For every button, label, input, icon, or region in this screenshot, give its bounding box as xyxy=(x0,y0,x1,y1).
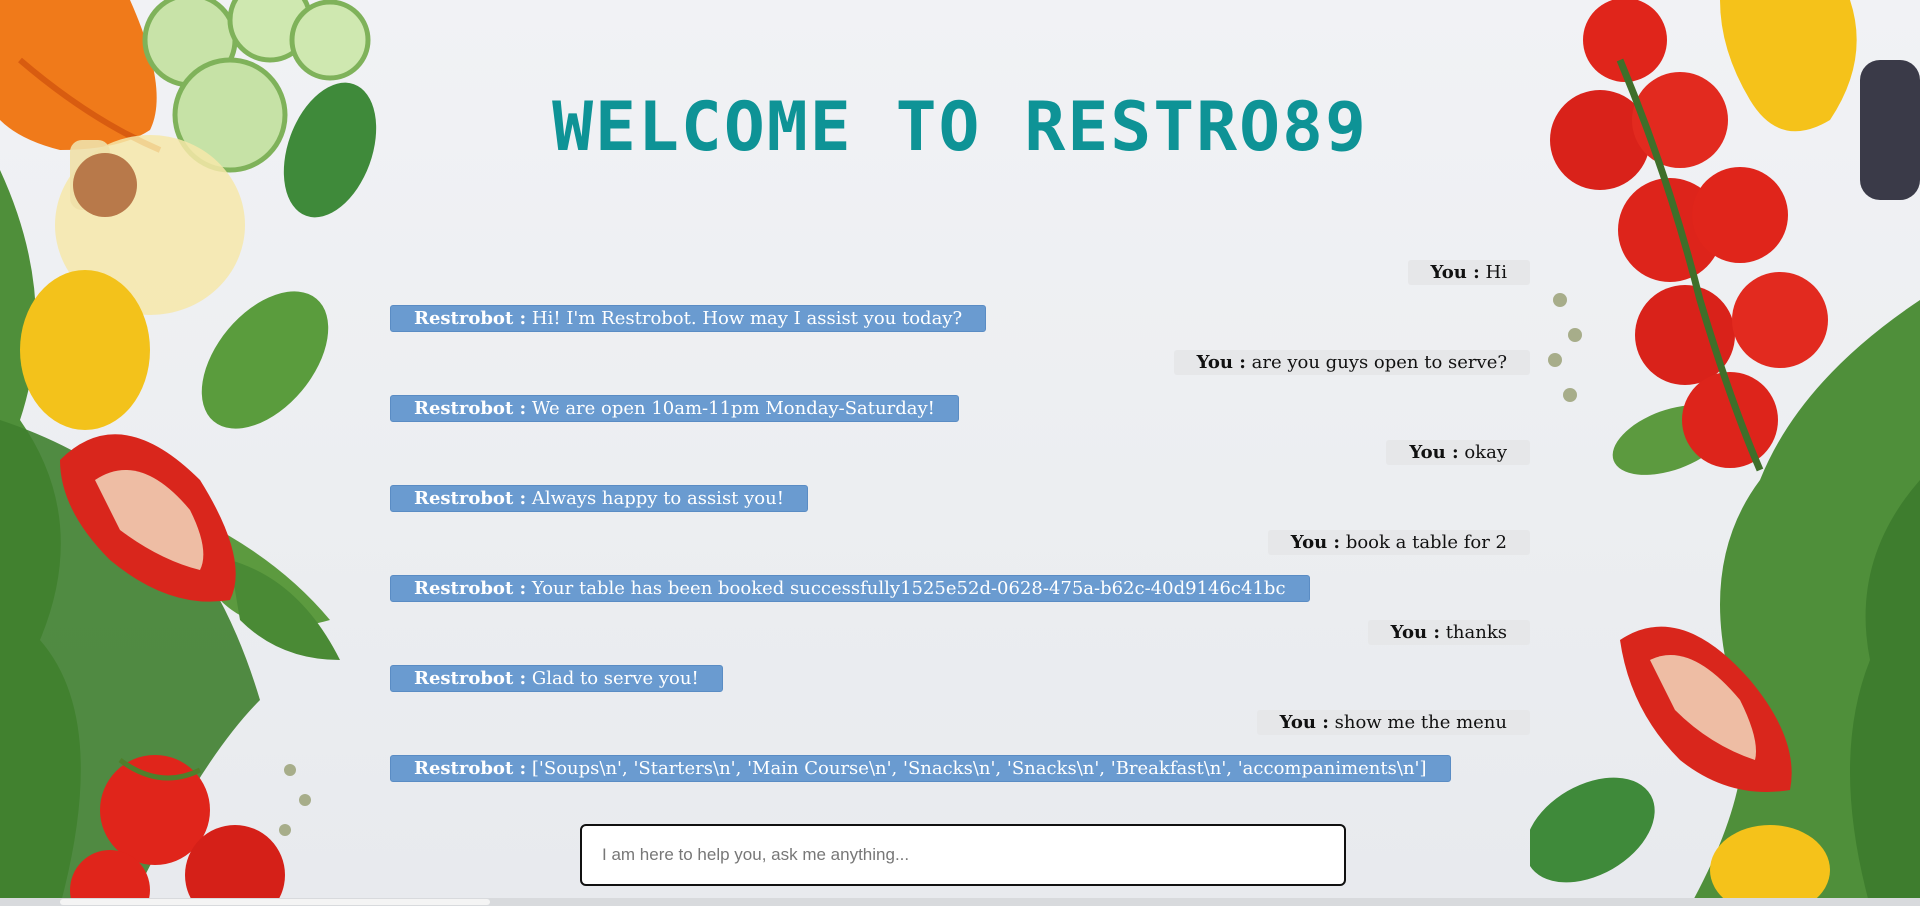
user-message-text: thanks xyxy=(1445,622,1507,643)
bot-speaker-label: Restrobot : xyxy=(414,578,527,599)
message-pair: You : show me the menu Restrobot : ['Sou… xyxy=(390,710,1530,800)
user-message: You : Hi xyxy=(1407,260,1530,285)
bot-message: Restrobot : Always happy to assist you! xyxy=(390,485,808,512)
message-pair: You : are you guys open to serve? Restro… xyxy=(390,350,1530,440)
bot-message-text: Your table has been booked successfully1… xyxy=(531,578,1286,599)
user-speaker-label: You : xyxy=(1279,712,1329,733)
bot-speaker-label: Restrobot : xyxy=(414,488,527,509)
chat-page: WELCOME TO RESTRO89 You : Hi Restrobot :… xyxy=(0,0,1920,906)
bot-message-text: Glad to serve you! xyxy=(531,668,699,689)
bot-speaker-label: Restrobot : xyxy=(414,398,527,419)
user-message: You : okay xyxy=(1386,440,1530,465)
bot-speaker-label: Restrobot : xyxy=(414,758,527,779)
bot-message: Restrobot : Hi! I'm Restrobot. How may I… xyxy=(390,305,987,332)
bot-message: Restrobot : We are open 10am-11pm Monday… xyxy=(390,395,959,422)
message-pair: You : Hi Restrobot : Hi! I'm Restrobot. … xyxy=(390,260,1530,350)
user-speaker-label: You : xyxy=(1290,532,1341,553)
chat-input[interactable] xyxy=(582,826,1344,884)
bot-message: Restrobot : Glad to serve you! xyxy=(390,665,723,692)
message-pair: You : thanks Restrobot : Glad to serve y… xyxy=(390,620,1530,710)
user-message-text: are you guys open to serve? xyxy=(1251,352,1507,373)
user-message: You : thanks xyxy=(1367,620,1530,645)
scrollbar-thumb[interactable] xyxy=(60,899,490,905)
bot-message-text: ['Soups\n', 'Starters\n', 'Main Course\n… xyxy=(531,758,1427,779)
bot-speaker-label: Restrobot : xyxy=(414,308,527,329)
user-message: You : are you guys open to serve? xyxy=(1173,350,1530,375)
bot-message-text: Hi! I'm Restrobot. How may I assist you … xyxy=(531,308,963,329)
page-title: WELCOME TO RESTRO89 xyxy=(552,88,1368,167)
bot-message: Restrobot : ['Soups\n', 'Starters\n', 'M… xyxy=(390,755,1451,782)
user-message: You : book a table for 2 xyxy=(1267,530,1530,555)
bot-speaker-label: Restrobot : xyxy=(414,668,527,689)
message-pair: You : okay Restrobot : Always happy to a… xyxy=(390,440,1530,530)
chat-input-box[interactable] xyxy=(580,824,1346,886)
user-message-text: Hi xyxy=(1485,262,1507,283)
bot-message-text: We are open 10am-11pm Monday-Saturday! xyxy=(531,398,935,419)
user-speaker-label: You : xyxy=(1430,262,1480,283)
user-message-text: okay xyxy=(1464,442,1507,463)
user-speaker-label: You : xyxy=(1196,352,1246,373)
user-speaker-label: You : xyxy=(1409,442,1459,463)
user-message-text: book a table for 2 xyxy=(1345,532,1507,553)
chat-log: You : Hi Restrobot : Hi! I'm Restrobot. … xyxy=(390,260,1530,800)
user-message-text: show me the menu xyxy=(1334,712,1507,733)
bot-message-text: Always happy to assist you! xyxy=(531,488,784,509)
horizontal-scrollbar[interactable] xyxy=(0,898,1920,906)
message-pair: You : book a table for 2 Restrobot : You… xyxy=(390,530,1530,620)
user-speaker-label: You : xyxy=(1390,622,1440,643)
bot-message: Restrobot : Your table has been booked s… xyxy=(390,575,1310,602)
user-message: You : show me the menu xyxy=(1256,710,1530,735)
